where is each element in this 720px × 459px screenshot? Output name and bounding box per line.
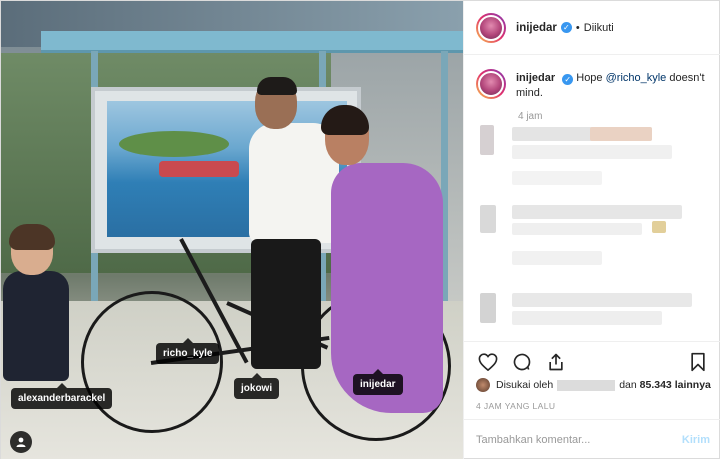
post-header: inijedar ✓ • Diikuti (464, 1, 720, 55)
bookmark-icon[interactable] (686, 350, 710, 374)
avatar[interactable] (476, 69, 506, 99)
comment-input[interactable] (476, 434, 682, 446)
post-sidebar: inijedar ✓ • Diikuti inijedar ✓ Hope @ri… (463, 1, 720, 459)
add-comment-form: Kirim (464, 419, 720, 459)
photo-tag-alexanderbarackel[interactable]: alexanderbarackel (11, 383, 113, 409)
likes-summary: Disukai oleh dan 85.343 lainnya (476, 378, 711, 392)
posted-time: 4 JAM YANG LALU (476, 401, 556, 411)
comment-icon[interactable] (510, 350, 534, 374)
censored-username (557, 379, 616, 391)
caption-username[interactable]: inijedar (516, 72, 555, 84)
likes-count-link[interactable]: 85.343 lainnya (640, 379, 711, 391)
likes-prefix: Disukai oleh (496, 379, 554, 391)
photo-tag-inijedar[interactable]: inijedar (353, 369, 403, 395)
action-bar (464, 341, 720, 375)
photo-tag-jokowi[interactable]: jokowi (234, 373, 280, 399)
separator: • (575, 21, 580, 34)
verified-badge-icon: ✓ (562, 74, 574, 85)
child (1, 224, 71, 459)
photo-tag-richo_kyle[interactable]: richo_kyle (156, 338, 220, 364)
verified-badge-icon: ✓ (560, 22, 572, 33)
avatar[interactable] (476, 378, 490, 392)
caption-text-before: Hope (576, 72, 606, 84)
post-comment-button[interactable]: Kirim (682, 434, 710, 446)
caption: inijedar ✓ Hope @richo_kyle doesn't mind… (476, 69, 709, 101)
header-username[interactable]: inijedar (516, 22, 557, 34)
woman-passenger (319, 105, 449, 419)
caption-time: 4 jam (518, 111, 543, 122)
caption-mention-link[interactable]: @richo_kyle (606, 72, 667, 84)
share-icon[interactable] (544, 350, 568, 374)
instagram-post: alexanderbarackel richo_kyle jokowi inij… (0, 0, 720, 459)
post-photo[interactable]: alexanderbarackel richo_kyle jokowi inij… (1, 1, 463, 459)
follow-status-button[interactable]: Diikuti (584, 22, 614, 34)
heart-icon[interactable] (476, 350, 500, 374)
likes-middle: dan (619, 379, 637, 391)
user-tags-icon[interactable] (10, 431, 32, 453)
avatar[interactable] (476, 12, 506, 43)
